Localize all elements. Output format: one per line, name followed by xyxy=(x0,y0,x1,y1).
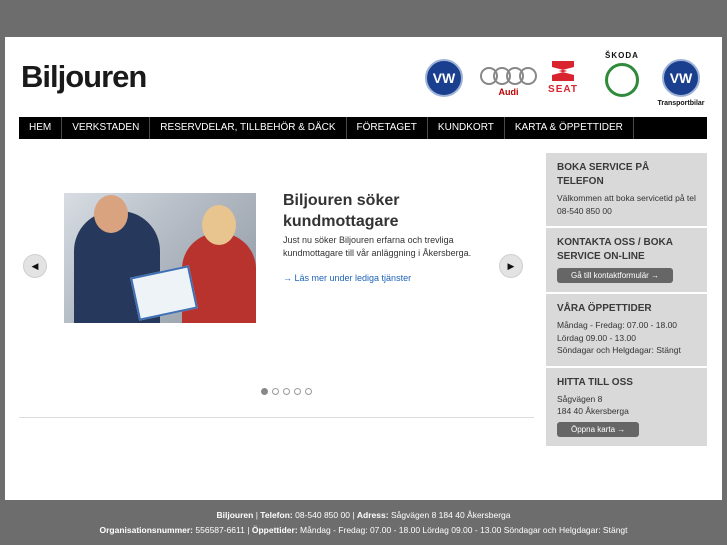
nav-item-hem[interactable]: HEM xyxy=(19,117,63,139)
transport-label: Transportbilar xyxy=(657,100,705,107)
nav-item-foretaget[interactable]: FÖRETAGET xyxy=(347,117,428,139)
vw-logo[interactable]: VW xyxy=(425,59,463,97)
open-map-button[interactable]: Öppna karta → xyxy=(557,421,640,437)
contact-form-button[interactable]: Gå till kontaktformulär → xyxy=(557,268,674,283)
audi-logo[interactable]: Audi xyxy=(480,67,537,97)
seat-logo[interactable]: SEAT xyxy=(538,61,588,95)
kontakta-title: KONTAKTA OSS / BOKA SERVICE ON-LINE xyxy=(557,237,673,262)
slider-dots xyxy=(261,388,312,395)
oppettider-title: VÅRA ÖPPETTIDER xyxy=(557,303,652,314)
content-divider xyxy=(19,417,534,418)
site-logo[interactable]: Biljouren xyxy=(21,59,147,95)
audi-rings-icon xyxy=(480,67,537,85)
hours-sunday: Söndagar och Helgdagar: Stängt xyxy=(557,345,681,355)
footer-hours: Måndag - Fredag: 07.00 - 18.00 Lördag 09… xyxy=(300,525,628,535)
footer-address: Sågvägen 8 184 40 Åkersberga xyxy=(390,510,511,520)
skoda-label: ŠKODA xyxy=(605,51,639,60)
slider-dot[interactable] xyxy=(305,388,312,395)
slide-title: Biljouren söker kundmottagare xyxy=(283,192,400,230)
nav-item-kundkort[interactable]: KUNDKORT xyxy=(428,117,505,139)
footer-org: 556587-6611 xyxy=(195,525,245,535)
address-city: 184 40 Åkersberga xyxy=(557,406,629,416)
footer-line-2: Organisationsnummer: 556587-6611 | Öppet… xyxy=(99,525,628,535)
slide-image[interactable] xyxy=(64,193,256,323)
nav-item-karta[interactable]: KARTA & ÖPPETTIDER xyxy=(505,117,634,139)
slider-dot[interactable] xyxy=(283,388,290,395)
image-slider: ◀ Biljouren söker kundmottagare Just nu … xyxy=(19,155,534,417)
address-street: Sågvägen 8 xyxy=(557,393,603,404)
hitta-title: HITTA TILL OSS xyxy=(557,376,633,388)
footer-company: Biljouren xyxy=(216,510,254,520)
nav-item-reservdelar[interactable]: RESERVDELAR, TILLBEHÖR & DÄCK xyxy=(150,117,347,139)
hours-saturday: Lördag 09.00 - 13.00 xyxy=(557,332,636,343)
oppettider-box: VÅRA ÖPPETTIDER Måndag - Fredag: 07.00 -… xyxy=(546,294,707,367)
boka-service-text: Välkommen att boka servicetid på tel 08-… xyxy=(557,193,696,216)
hitta-box: HITTA TILL OSS Sågvägen 8 184 40 Åkersbe… xyxy=(546,367,707,447)
arrow-right-icon: ▶ xyxy=(507,260,515,271)
footer-phone: 08-540 850 00 xyxy=(295,510,350,520)
slider-dot[interactable] xyxy=(272,388,279,395)
page-container: Biljouren VW Audi SEAT ŠKODA VW Transpor… xyxy=(5,37,722,500)
hours-weekdays: Måndag - Fredag: 07.00 - 18.00 xyxy=(557,320,678,330)
boka-service-title: BOKA SERVICE PÅ TELEFON xyxy=(557,162,650,187)
slider-dot[interactable] xyxy=(294,388,301,395)
vw-transport-icon: VW xyxy=(662,59,700,97)
slider-next-button[interactable]: ▶ xyxy=(499,254,523,278)
slider-prev-button[interactable]: ◀ xyxy=(23,254,47,278)
boka-service-box: BOKA SERVICE PÅ TELEFON Välkommen att bo… xyxy=(546,153,707,227)
brand-logos: VW Audi SEAT ŠKODA VW Transportbilar xyxy=(420,51,710,123)
vw-icon: VW xyxy=(425,59,463,97)
arrow-left-icon: ◀ xyxy=(31,260,39,271)
slider-dot[interactable] xyxy=(261,388,268,395)
footer: Biljouren | Telefon: 08-540 850 00 | Adr… xyxy=(0,508,727,538)
slide-text: Just nu söker Biljouren erfarna och trev… xyxy=(283,235,472,258)
footer-line-1: Biljouren | Telefon: 08-540 850 00 | Adr… xyxy=(216,510,511,520)
seat-icon xyxy=(552,61,574,81)
vw-transport-logo[interactable]: VW Transportbilar xyxy=(656,59,706,107)
audi-label: Audi xyxy=(498,87,519,97)
skoda-logo[interactable]: ŠKODA xyxy=(600,51,644,97)
seat-label: SEAT xyxy=(548,84,578,95)
sidebar: BOKA SERVICE PÅ TELEFON Välkommen att bo… xyxy=(546,153,707,448)
kontakta-box: KONTAKTA OSS / BOKA SERVICE ON-LINE Gå t… xyxy=(546,228,707,293)
skoda-icon xyxy=(605,63,639,97)
slide-link[interactable]: → Läs mer under lediga tjänster xyxy=(283,273,411,283)
main-nav: HEM VERKSTADEN RESERVDELAR, TILLBEHÖR & … xyxy=(19,117,707,139)
nav-item-verkstaden[interactable]: VERKSTADEN xyxy=(62,117,151,139)
